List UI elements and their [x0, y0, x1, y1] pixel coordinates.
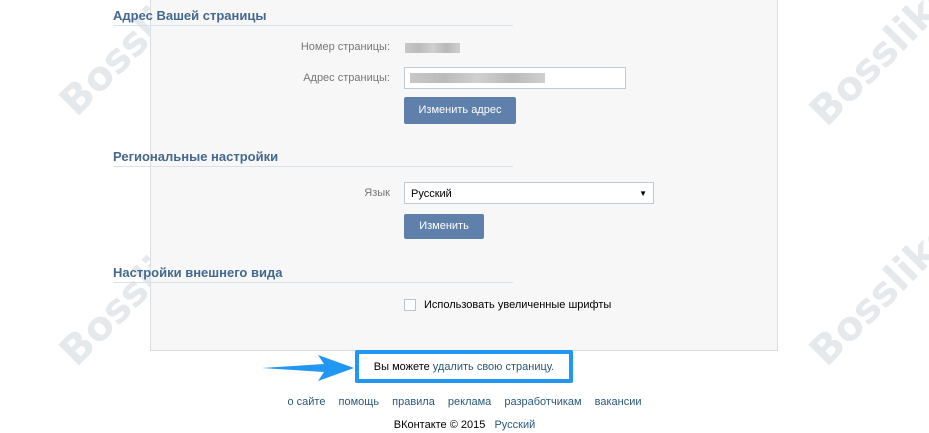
page-address-value — [410, 73, 545, 83]
page-address-label: Адрес страницы: — [303, 72, 390, 84]
delete-page-link[interactable]: удалить свою страницу. — [433, 361, 554, 373]
watermark: Bosslike — [800, 211, 929, 375]
language-label: Язык — [364, 187, 390, 199]
footer-link-about[interactable]: о сайте — [287, 396, 325, 408]
page-number-value — [405, 43, 460, 53]
footer-link-ads[interactable]: реклама — [448, 396, 491, 408]
page-address-input[interactable] — [404, 67, 626, 89]
address-section-title: Адрес Вашей страницы — [113, 8, 513, 26]
change-language-button[interactable]: Изменить — [404, 214, 484, 239]
watermark: Bosslike — [800, 0, 929, 135]
chevron-down-icon: ▼ — [639, 189, 647, 198]
notice-text: Вы можете — [373, 360, 430, 373]
footer-links: о сайте помощь правила реклама разработч… — [0, 396, 929, 408]
footer-link-jobs[interactable]: вакансии — [595, 396, 642, 408]
large-fonts-label[interactable]: Использовать увеличенные шрифты — [424, 299, 611, 311]
large-fonts-checkbox[interactable] — [404, 299, 416, 311]
appearance-section-title: Настройки внешнего вида — [113, 265, 513, 283]
footer-link-help[interactable]: помощь — [339, 396, 380, 408]
delete-page-notice: Вы можете удалить свою страницу. — [355, 350, 573, 383]
copyright-text: ВКонтакте © 2015 — [393, 419, 486, 431]
page-number-label: Номер страницы: — [300, 41, 390, 53]
footer-link-developers[interactable]: разработчикам — [504, 396, 581, 408]
language-select-value: Русский — [411, 188, 452, 200]
change-address-button[interactable]: Изменить адрес — [404, 97, 516, 124]
regional-section-title: Региональные настройки — [113, 149, 513, 167]
footer-link-rules[interactable]: правила — [392, 396, 435, 408]
copyright: ВКонтакте © 2015 Русский — [0, 419, 929, 431]
footer-language-link[interactable]: Русский — [494, 419, 535, 431]
language-select[interactable]: Русский ▼ — [404, 182, 654, 204]
arrow-right-icon — [262, 355, 354, 381]
